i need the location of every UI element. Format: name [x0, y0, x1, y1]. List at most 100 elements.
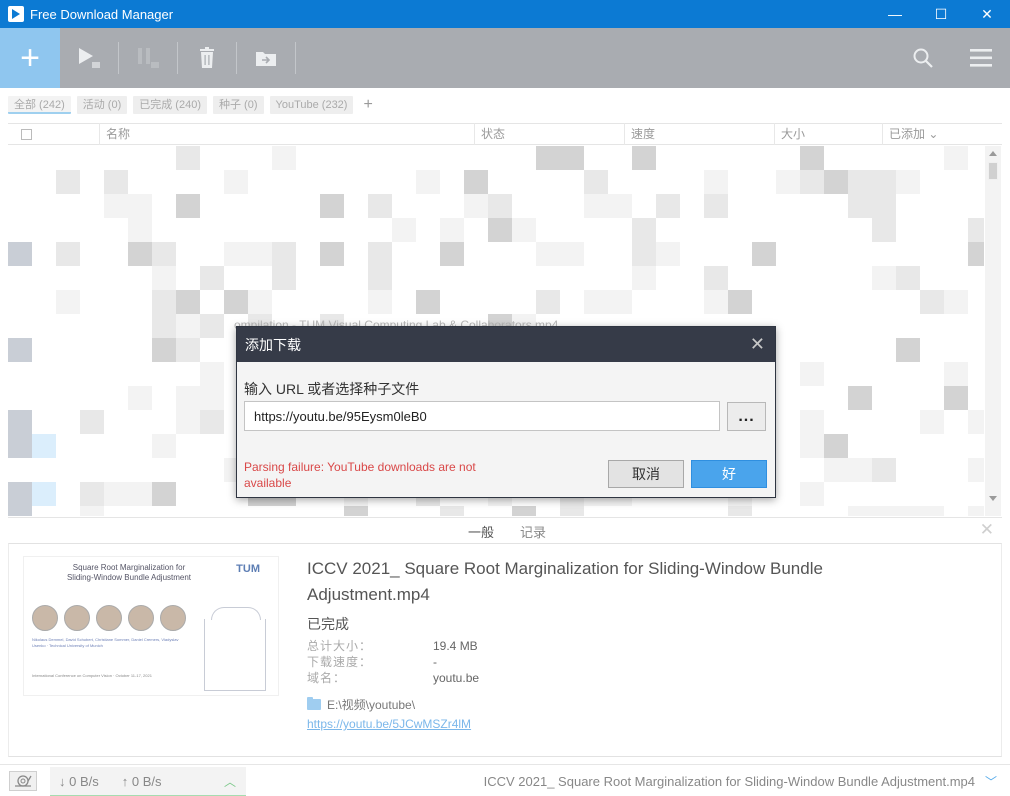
mosaic-cell — [80, 410, 104, 434]
mosaic-cell — [464, 194, 488, 218]
close-button[interactable]: ✕ — [964, 0, 1010, 28]
mosaic-cell — [800, 410, 824, 434]
mosaic-cell — [224, 170, 248, 194]
snail-icon — [15, 775, 32, 787]
pause-button[interactable] — [119, 28, 177, 88]
menu-button[interactable] — [952, 28, 1010, 88]
mosaic-cell — [440, 506, 464, 516]
mosaic-cell — [176, 146, 200, 170]
traffic-panel[interactable]: ↓ 0 B/s ↑ 0 B/s ︿ — [50, 767, 246, 796]
mosaic-cell — [8, 338, 32, 362]
browse-button[interactable]: ... — [727, 402, 766, 431]
dialog-title: 添加下载 — [245, 336, 301, 353]
ok-button[interactable]: 好 — [691, 460, 767, 488]
column-name[interactable]: 名称 — [100, 123, 475, 145]
mosaic-cell — [848, 170, 872, 194]
maximize-button[interactable]: ☐ — [918, 0, 964, 28]
column-size[interactable]: 大小 — [775, 123, 883, 145]
mosaic-cell — [56, 290, 80, 314]
mosaic-cell — [416, 290, 440, 314]
author-photo — [96, 605, 122, 631]
download-speed-value: - — [433, 655, 437, 669]
start-button[interactable] — [60, 28, 118, 88]
author-photo — [160, 605, 186, 631]
mosaic-cell — [800, 362, 824, 386]
mosaic-cell — [584, 194, 608, 218]
mosaic-cell — [488, 218, 512, 242]
mosaic-cell — [584, 290, 608, 314]
mosaic-cell — [8, 434, 32, 458]
mosaic-cell — [200, 266, 224, 290]
list-scrollbar[interactable] — [985, 146, 1001, 516]
play-icon — [79, 48, 100, 68]
column-status[interactable]: 状态 — [475, 123, 625, 145]
folder-path[interactable]: E:\视频\youtube\ — [327, 696, 415, 713]
cancel-button[interactable]: 取消 — [608, 460, 684, 488]
url-input[interactable] — [244, 401, 720, 431]
mosaic-cell — [632, 242, 656, 266]
mosaic-cell — [176, 410, 200, 434]
mosaic-cell — [176, 290, 200, 314]
source-link[interactable]: https://youtu.be/5JCwMSZr4lM — [307, 717, 471, 731]
minimize-button[interactable]: — — [872, 0, 918, 28]
mosaic-cell — [968, 506, 984, 516]
scroll-up-icon[interactable] — [989, 151, 997, 156]
download-rate: ↓ 0 B/s — [59, 773, 99, 789]
add-download-button[interactable]: + — [0, 28, 60, 88]
filter-tab-completed[interactable]: 已完成 (240) — [133, 96, 207, 114]
mosaic-cell — [896, 338, 920, 362]
column-speed[interactable]: 速度 — [625, 123, 775, 145]
mosaic-cell — [320, 242, 344, 266]
thumbnail-authors: Nikolaus Demmel, David Schubert, Christi… — [32, 637, 179, 648]
column-added[interactable]: 已添加 ⌄ — [883, 123, 993, 145]
mosaic-cell — [392, 218, 416, 242]
video-thumbnail[interactable]: Square Root Marginalization for Sliding-… — [23, 556, 279, 696]
move-button[interactable] — [237, 28, 295, 88]
filter-tab-torrents[interactable]: 种子 (0) — [213, 96, 264, 114]
filter-tab-active[interactable]: 活动 (0) — [76, 96, 128, 114]
detail-panel: Square Root Marginalization for Sliding-… — [8, 543, 1002, 757]
mosaic-cell — [896, 266, 920, 290]
domain-value: youtu.be — [433, 671, 480, 685]
close-details-icon[interactable]: ✕ — [980, 520, 994, 540]
mosaic-cell — [944, 386, 968, 410]
chevron-down-icon[interactable]: ﹀ — [985, 773, 997, 790]
filter-tab-youtube[interactable]: YouTube (232) — [269, 96, 354, 114]
tab-general[interactable]: 一般 — [464, 522, 499, 545]
mosaic-cell — [800, 146, 824, 170]
filter-tab-all[interactable]: 全部 (242) — [8, 96, 71, 114]
mosaic-cell — [920, 410, 944, 434]
mosaic-cell — [536, 242, 560, 266]
mosaic-cell — [104, 194, 128, 218]
detail-properties: 总计大小： 19.4 MB 下载速度： - 域名： youtu.be — [307, 638, 479, 686]
delete-button[interactable] — [178, 28, 236, 88]
search-button[interactable] — [894, 28, 952, 88]
mosaic-cell — [968, 458, 984, 482]
total-size-label: 总计大小： — [307, 639, 373, 653]
trash-icon — [200, 47, 214, 68]
speed-mode-button[interactable] — [9, 771, 37, 791]
scroll-thumb[interactable] — [988, 162, 998, 180]
chevron-up-icon[interactable]: ︿ — [224, 773, 236, 790]
mosaic-cell — [488, 194, 512, 218]
mosaic-cell — [872, 218, 896, 242]
mosaic-cell — [872, 170, 896, 194]
mosaic-cell — [608, 290, 632, 314]
mosaic-cell — [584, 170, 608, 194]
mosaic-cell — [128, 218, 152, 242]
save-folder[interactable]: E:\视频\youtube\ — [307, 696, 415, 713]
mosaic-cell — [176, 314, 200, 338]
add-filter-button[interactable]: + — [363, 96, 372, 114]
scroll-down-icon[interactable] — [989, 496, 997, 501]
mosaic-cell — [968, 410, 984, 434]
mosaic-cell — [464, 170, 488, 194]
select-all-checkbox[interactable] — [21, 128, 32, 140]
mosaic-cell — [632, 146, 656, 170]
mosaic-cell — [200, 410, 224, 434]
mosaic-cell — [176, 386, 200, 410]
dialog-close-icon[interactable]: ✕ — [750, 335, 765, 353]
tab-log[interactable]: 记录 — [520, 522, 546, 541]
mosaic-cell — [512, 218, 536, 242]
mosaic-cell — [152, 242, 176, 266]
mosaic-cell — [8, 242, 32, 266]
